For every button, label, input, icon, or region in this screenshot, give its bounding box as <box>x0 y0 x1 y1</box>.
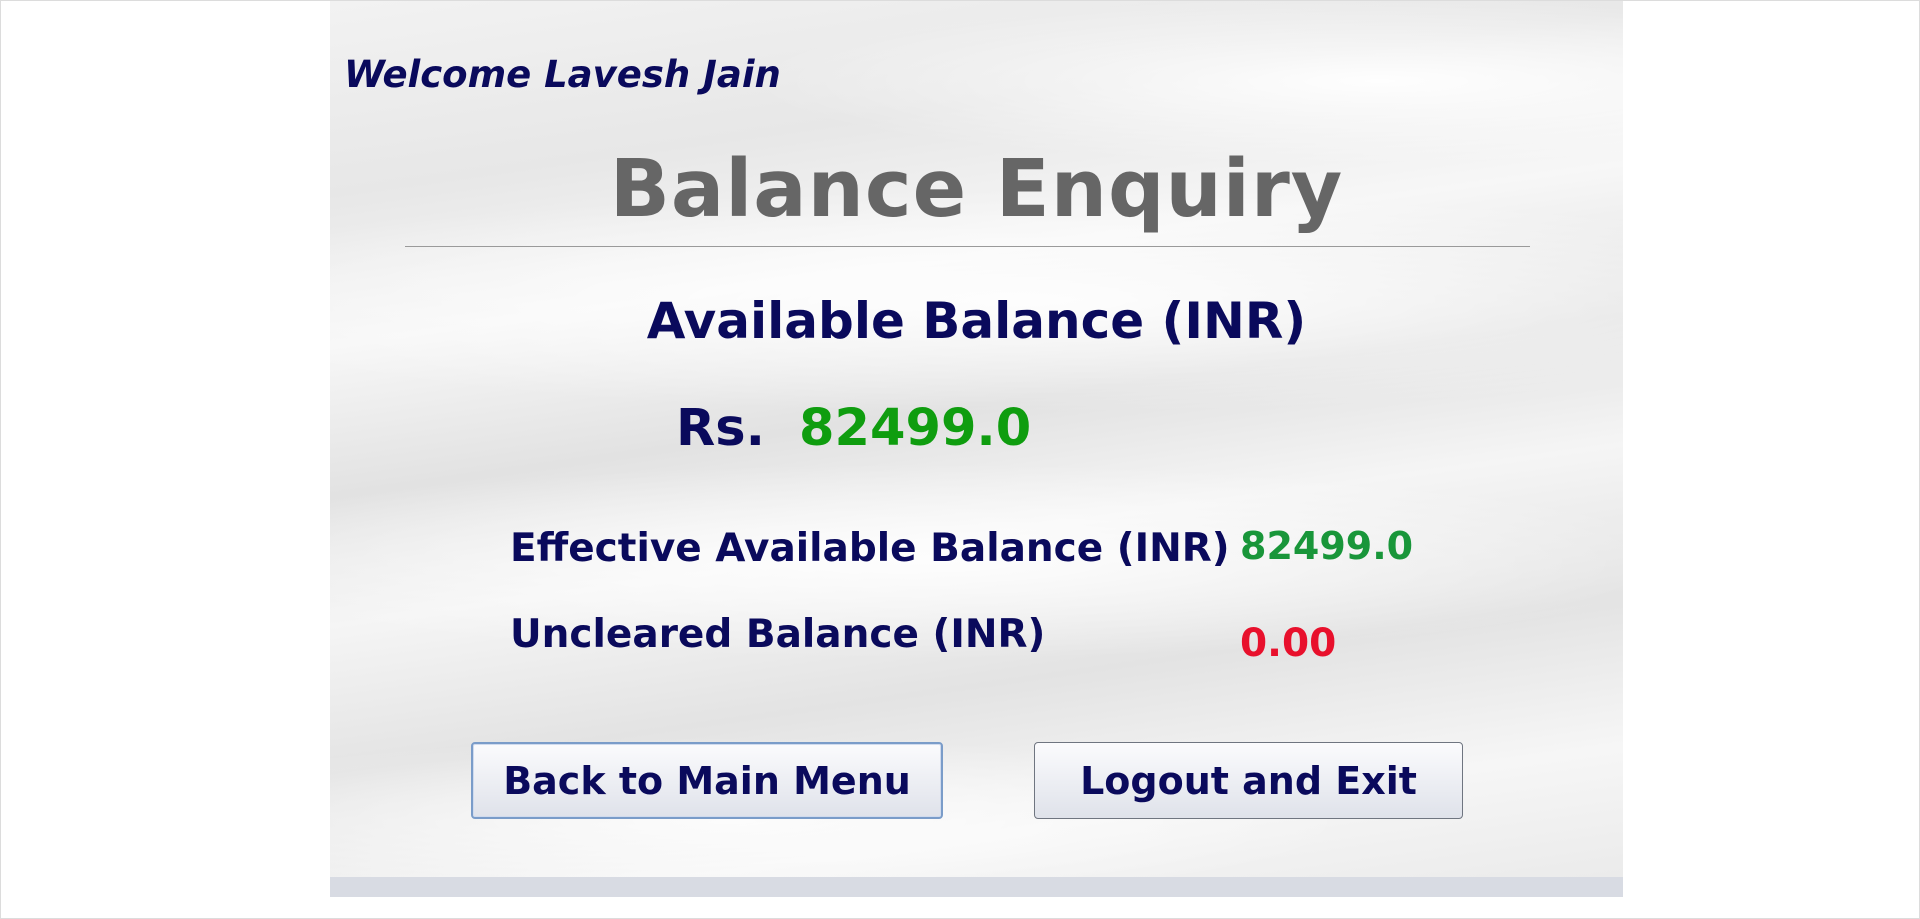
panel-footer-bar <box>330 877 1623 897</box>
effective-balance-label: Effective Available Balance (INR) <box>510 526 1230 571</box>
available-balance-heading: Available Balance (INR) <box>646 292 1307 350</box>
balance-panel: Welcome Lavesh Jain Balance Enquiry Avai… <box>330 1 1623 897</box>
page-title: Balance Enquiry <box>609 143 1344 235</box>
logout-and-exit-button[interactable]: Logout and Exit <box>1034 742 1463 819</box>
uncleared-balance-value: 0.00 <box>1240 621 1337 666</box>
welcome-message: Welcome Lavesh Jain <box>344 53 781 96</box>
currency-prefix: Rs. <box>676 399 766 458</box>
effective-balance-value: 82499.0 <box>1240 524 1414 568</box>
title-divider <box>405 246 1530 247</box>
uncleared-balance-label: Uncleared Balance (INR) <box>510 612 1046 657</box>
back-to-main-menu-button[interactable]: Back to Main Menu <box>471 742 943 819</box>
available-balance-amount: 82499.0 <box>799 399 1032 458</box>
